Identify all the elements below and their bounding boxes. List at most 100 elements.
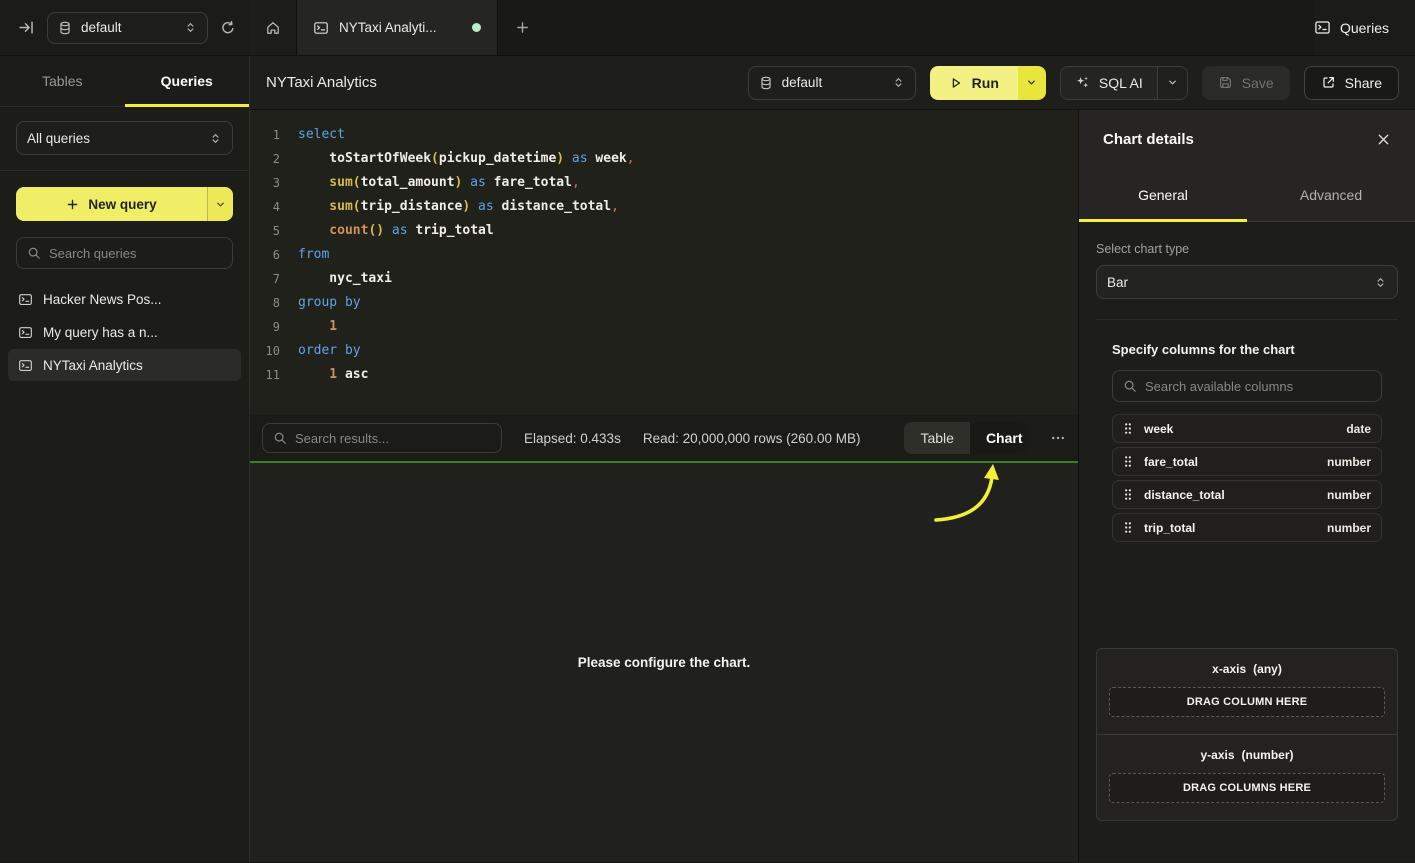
column-type: date xyxy=(1346,422,1371,436)
code-line[interactable]: 10order by xyxy=(250,339,1078,363)
code-line[interactable]: 111 asc xyxy=(250,363,1078,387)
x-axis-label: x-axis xyxy=(1212,662,1246,676)
code-line[interactable]: 8 group by xyxy=(250,291,1078,315)
code-line[interactable]: 3sum(total_amount) as fare_total, xyxy=(250,171,1078,195)
code-line[interactable]: 2toStartOfWeek(pickup_datetime) as week, xyxy=(250,147,1078,171)
refresh-icon[interactable] xyxy=(220,20,236,36)
new-query-main[interactable]: New query xyxy=(16,187,207,221)
code-text: toStartOfWeek(pickup_datetime) as week, xyxy=(298,147,635,171)
column-name: week xyxy=(1144,422,1335,436)
sparkles-icon xyxy=(1075,75,1090,90)
run-database-value: default xyxy=(782,75,883,90)
chart-type-select[interactable]: Bar xyxy=(1096,265,1398,299)
chevron-updown-icon xyxy=(209,132,222,145)
view-toggle-chart[interactable]: Chart xyxy=(970,422,1028,454)
y-axis-section: y-axis(number) DRAG COLUMNS HERE xyxy=(1097,734,1397,820)
line-number: 7 xyxy=(250,267,280,291)
x-axis-drop-zone[interactable]: DRAG COLUMN HERE xyxy=(1109,687,1385,717)
share-button[interactable]: Share xyxy=(1304,66,1399,100)
elapsed-time: Elapsed: 0.433s xyxy=(524,431,621,446)
run-button-label: Run xyxy=(972,75,999,91)
terminal-icon xyxy=(1314,19,1331,36)
main: NYTaxi Analytics default Run xyxy=(250,56,1415,862)
save-button[interactable]: Save xyxy=(1202,66,1290,100)
share-icon xyxy=(1321,75,1336,90)
column-type: number xyxy=(1327,521,1371,535)
chevron-updown-icon xyxy=(892,76,905,89)
sql-ai-dropdown[interactable] xyxy=(1157,67,1187,99)
close-icon[interactable] xyxy=(1376,132,1391,147)
code-line[interactable]: 7nyc_taxi xyxy=(250,267,1078,291)
new-query-dropdown[interactable] xyxy=(207,187,233,221)
column-name: fare_total xyxy=(1144,455,1316,469)
topbar-left: default xyxy=(0,0,250,55)
columns-search[interactable] xyxy=(1112,370,1382,402)
content-row: 1select2toStartOfWeek(pickup_datetime) a… xyxy=(250,110,1415,862)
column-row[interactable]: week date xyxy=(1112,414,1382,443)
chart-type-value: Bar xyxy=(1107,275,1365,290)
new-tab-button[interactable] xyxy=(498,0,547,55)
query-filter-select[interactable]: All queries xyxy=(16,121,233,155)
column-row[interactable]: distance_totalnumber xyxy=(1112,480,1382,509)
database-icon xyxy=(759,76,773,90)
panel-content: Select chart type Bar Specify columns fo… xyxy=(1079,222,1415,862)
panel-tab-advanced[interactable]: Advanced xyxy=(1247,168,1415,221)
query-search[interactable] xyxy=(16,237,233,269)
new-query-button[interactable]: New query xyxy=(16,187,233,221)
plus-icon xyxy=(66,198,79,211)
panel-title: Chart details xyxy=(1103,131,1376,148)
new-query-label: New query xyxy=(88,197,156,212)
sql-ai-button[interactable]: SQL AI xyxy=(1061,67,1157,99)
database-selector[interactable]: default xyxy=(47,12,208,44)
y-axis-drop-zone[interactable]: DRAG COLUMNS HERE xyxy=(1109,773,1385,803)
query-search-input[interactable] xyxy=(49,246,222,261)
query-list-item[interactable]: Hacker News Pos... xyxy=(8,283,241,315)
column-row[interactable]: trip_totalnumber xyxy=(1112,513,1382,542)
view-toggle: Table Chart xyxy=(904,422,1028,454)
query-list-item[interactable]: My query has a n... xyxy=(8,316,241,348)
panel-tab-general[interactable]: General xyxy=(1079,168,1247,221)
run-database-selector[interactable]: default xyxy=(748,66,916,100)
collapse-sidebar-icon[interactable] xyxy=(18,19,35,36)
tab-nytaxi-analytics[interactable]: NYTaxi Analyti... xyxy=(297,0,498,55)
panel-tabs: General Advanced xyxy=(1079,168,1415,222)
run-button-group: Run xyxy=(930,66,1046,100)
play-icon xyxy=(949,76,963,90)
query-list-item[interactable]: NYTaxi Analytics xyxy=(8,349,241,381)
panel-header: Chart details xyxy=(1079,110,1415,168)
results-search-input[interactable] xyxy=(295,431,491,446)
query-item-label: NYTaxi Analytics xyxy=(43,358,143,373)
columns-section-label: Specify columns for the chart xyxy=(1112,342,1295,357)
search-icon xyxy=(27,246,41,260)
column-row[interactable]: fare_totalnumber xyxy=(1112,447,1382,476)
columns-section: Specify columns for the chart week date fa… xyxy=(1096,342,1398,542)
run-button[interactable]: Run xyxy=(930,66,1018,100)
body: Tables Queries All queries New query xyxy=(0,56,1415,862)
view-toggle-table[interactable]: Table xyxy=(904,422,969,454)
code-line[interactable]: 4sum(trip_distance) as distance_total, xyxy=(250,195,1078,219)
tab-tables[interactable]: Tables xyxy=(0,56,125,106)
y-axis-label: y-axis xyxy=(1200,748,1234,762)
query-item-label: Hacker News Pos... xyxy=(43,292,162,307)
line-number: 3 xyxy=(250,171,280,195)
queries-link[interactable]: Queries xyxy=(1314,19,1389,36)
code-line[interactable]: 6from xyxy=(250,243,1078,267)
code-text: group by xyxy=(298,291,361,315)
run-options-dropdown[interactable] xyxy=(1018,66,1046,100)
code-line[interactable]: 5count() as trip_total xyxy=(250,219,1078,243)
plus-icon xyxy=(515,20,530,35)
x-axis-title: x-axis(any) xyxy=(1109,662,1385,676)
columns-search-input[interactable] xyxy=(1145,379,1371,394)
line-number: 8 xyxy=(250,291,280,315)
code-line[interactable]: 91 xyxy=(250,315,1078,339)
sql-editor[interactable]: 1select2toStartOfWeek(pickup_datetime) a… xyxy=(250,110,1078,415)
sql-ai-label: SQL AI xyxy=(1099,75,1143,91)
home-icon xyxy=(265,20,281,36)
code-line[interactable]: 1select xyxy=(250,123,1078,147)
chevron-down-icon xyxy=(1167,77,1178,88)
tab-queries[interactable]: Queries xyxy=(125,56,250,106)
home-button[interactable] xyxy=(250,0,297,55)
more-options-icon[interactable] xyxy=(1050,430,1066,446)
search-icon xyxy=(273,431,287,445)
results-search[interactable] xyxy=(262,423,502,453)
